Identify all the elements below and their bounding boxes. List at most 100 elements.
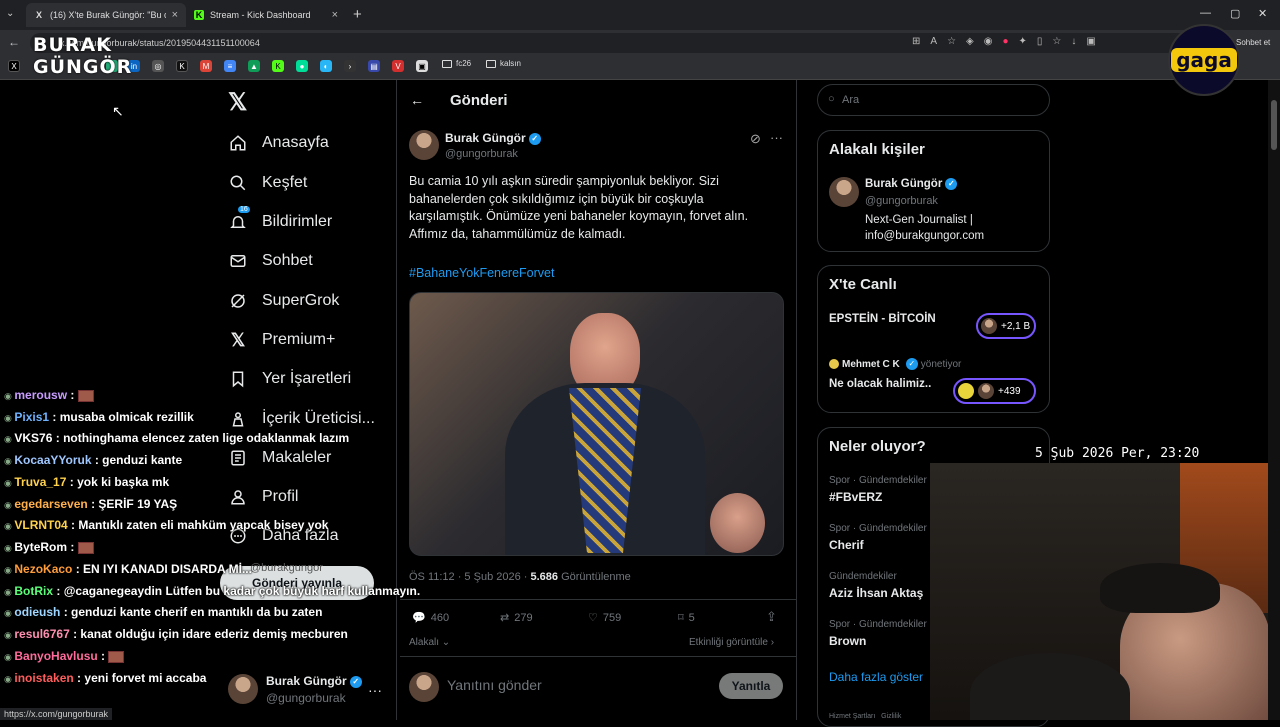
download-icon[interactable]: ↓ (1071, 36, 1076, 47)
post-photo[interactable] (409, 292, 784, 556)
nav-item-bookmarks[interactable]: Yer İşaretleri (228, 369, 351, 389)
reply-button[interactable]: Yanıtla (719, 673, 783, 699)
split-screen-icon[interactable]: ▯ (1037, 36, 1043, 47)
author-name[interactable]: Burak Güngör ✓ (445, 131, 541, 145)
bookmark-icon[interactable]: ▤ (368, 60, 380, 72)
chat-username[interactable]: odieush (14, 605, 60, 619)
browser-tab-kick[interactable]: K Stream - Kick Dashboard × (186, 3, 346, 27)
chat-badge-icon: ◉ (4, 587, 15, 597)
bookmark-icon[interactable]: ▣ (416, 60, 428, 72)
grok-icon[interactable]: ⊘ (750, 131, 761, 147)
chat-username[interactable]: VLRNT04 (14, 518, 67, 532)
bookmark-x-icon[interactable]: X (8, 60, 20, 72)
reply-input[interactable]: Yanıtını gönder (447, 677, 542, 693)
nav-item-chat[interactable]: Sohbet (228, 251, 313, 271)
nav-item-explore[interactable]: Keşfet (228, 173, 307, 193)
reply-action[interactable]: 💬 460 (412, 611, 449, 625)
live-listeners-pill[interactable]: +439 (953, 378, 1036, 404)
page-scrollbar[interactable] (1268, 80, 1280, 720)
brave-icon[interactable]: ● (1002, 36, 1008, 47)
related-avatar[interactable] (829, 177, 859, 207)
bookmark-icon[interactable]: ◐ (320, 60, 332, 72)
close-tab-icon[interactable]: × (172, 9, 178, 21)
search-box[interactable]: ○ Ara (817, 84, 1050, 116)
bookmark-docs-icon[interactable]: ≡ (224, 60, 236, 72)
bookmark-icon[interactable]: › (344, 60, 356, 72)
collections-icon[interactable]: ☆ (1052, 36, 1061, 47)
author-handle[interactable]: @gungorburak (445, 148, 518, 160)
read-aloud-icon[interactable]: A (930, 36, 937, 47)
chat-username[interactable]: Pixis1 (14, 410, 49, 424)
account-more-icon[interactable]: ··· (368, 682, 382, 698)
bookmark-icon[interactable]: ◎ (152, 60, 164, 72)
close-tab-icon[interactable]: × (332, 9, 338, 21)
chat-username[interactable]: merousw (14, 388, 67, 402)
x-logo-icon[interactable]: 𝕏 (228, 88, 247, 117)
nav-item-premium[interactable]: 𝕏 Premium+ (228, 330, 336, 350)
repost-action[interactable]: ⇄ 279 (500, 611, 533, 625)
chat-username[interactable]: ByteRom (14, 540, 67, 554)
nav-item-profile[interactable]: Profil (228, 487, 298, 507)
bookmark-kick-icon[interactable]: K (272, 60, 284, 72)
live-item-title[interactable]: EPSTEİN - BİTCOİN (829, 313, 936, 325)
screenshot-icon[interactable]: ▣ (1086, 36, 1095, 47)
chat-username[interactable]: VKS76 (14, 431, 52, 445)
chat-username[interactable]: NezoKaco (14, 562, 72, 576)
chat-username[interactable]: inoistaken (14, 671, 73, 685)
post-hashtag[interactable]: #BahaneYokFenereForvet (409, 266, 554, 280)
author-avatar[interactable] (409, 130, 439, 160)
kick-favicon-icon: K (194, 10, 204, 20)
sohbet-profile-label[interactable]: Sohbet et (1236, 38, 1270, 47)
footer-links[interactable]: Hizmet Şartları Gizlilik (829, 713, 901, 720)
live-listeners-pill[interactable]: +2,1 B (976, 313, 1036, 339)
post-more-icon[interactable]: ··· (770, 130, 783, 145)
nav-item-notifications[interactable]: 16 Bildirimler (228, 206, 332, 232)
bookmark-folder-kalsin[interactable]: kalsın (486, 59, 521, 68)
chat-username[interactable]: Truva_17 (14, 475, 66, 489)
bookmark-action[interactable]: ⌑ 5 (678, 611, 695, 625)
nav-item-home[interactable]: Anasayfa (228, 133, 329, 153)
trend-item[interactable]: Spor · Gündemdekiler Brown (829, 619, 927, 648)
view-activity-link[interactable]: Etkinliği görüntüle › (689, 637, 774, 648)
nav-item-articles[interactable]: Makaleler (228, 448, 331, 468)
trend-item[interactable]: Gündemdekiler Aziz İhsan Aktaş (829, 571, 923, 600)
search-input[interactable]: Ara (842, 94, 859, 106)
bookmark-icon[interactable]: V (392, 60, 404, 72)
chat-username[interactable]: egedarseven (14, 497, 87, 511)
trend-item[interactable]: Spor · Gündemdekiler #FBvERZ (829, 475, 927, 504)
chat-username[interactable]: KocaaYYoruk (14, 453, 91, 467)
trend-item[interactable]: Spor · Gündemdekiler Cherif (829, 523, 927, 552)
bookmark-gmail-icon[interactable]: M (200, 60, 212, 72)
bookmark-icon[interactable]: ● (296, 60, 308, 72)
browser-tab-x[interactable]: X (16) X'te Burak Güngör: "Bu camia × (26, 3, 186, 27)
bookmark-drive-icon[interactable]: ▲ (248, 60, 260, 72)
nav-item-supergrok[interactable]: SuperGrok (228, 291, 339, 311)
window-close-icon[interactable]: ✕ (1258, 7, 1267, 20)
account-avatar[interactable] (228, 674, 258, 704)
bookmark-folder-fc26[interactable]: fc26 (442, 59, 471, 68)
show-more-link[interactable]: Daha fazla göster (829, 670, 923, 684)
like-action[interactable]: ♡ 759 (588, 611, 621, 625)
chat-username[interactable]: BanyoHavlusu (14, 649, 97, 663)
chat-username[interactable]: BotRix (14, 584, 53, 598)
camera-icon[interactable]: ◉ (984, 36, 993, 47)
creator-icon (228, 409, 248, 429)
bookmark-icon[interactable]: K (176, 60, 188, 72)
live-item-title[interactable]: Ne olacak halimiz.. (829, 378, 931, 390)
maximize-icon[interactable]: ▢ (1230, 7, 1240, 20)
nav-item-creator[interactable]: İçerik Üreticisi... (228, 409, 375, 429)
share-icon[interactable]: ⇪ (766, 609, 777, 625)
sort-dropdown[interactable]: Alakalı ⌄ (409, 637, 450, 648)
minimize-icon[interactable]: — (1200, 7, 1211, 19)
chat-username[interactable]: resul6767 (14, 627, 69, 641)
back-arrow-icon[interactable]: ← (410, 92, 424, 108)
extension-icon[interactable]: ◈ (966, 36, 974, 47)
related-name[interactable]: Burak Güngör ✓ (865, 178, 958, 190)
tab-list-chevron-icon[interactable]: ⌄ (6, 8, 14, 19)
back-arrow-icon[interactable]: ← (8, 35, 20, 49)
puzzle-icon[interactable]: ✦ (1019, 36, 1027, 47)
read-mode-icon[interactable]: ⊞ (912, 36, 920, 47)
new-tab-button[interactable]: + (353, 6, 362, 23)
article-icon (228, 448, 248, 468)
favorite-star-icon[interactable]: ☆ (947, 36, 956, 47)
